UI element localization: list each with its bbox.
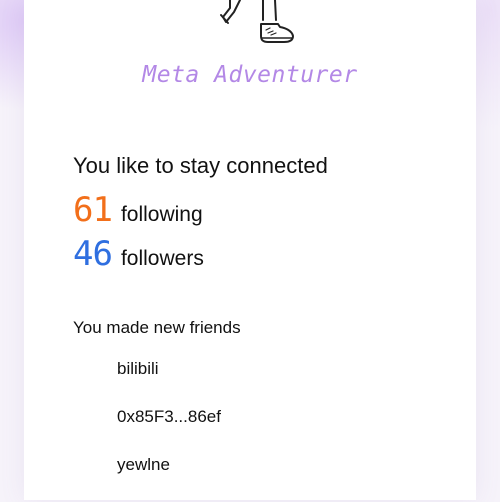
- friend-item[interactable]: 0x85F3...86ef: [117, 406, 221, 454]
- followers-label: followers: [120, 247, 204, 270]
- connections-heading: You like to stay connected: [73, 153, 328, 178]
- following-count: 61: [73, 190, 113, 230]
- friends-heading: You made new friends: [73, 318, 241, 337]
- following-label: following: [120, 203, 203, 226]
- followers-count: 46: [73, 234, 113, 274]
- friend-list: bilibili 0x85F3...86ef yewlne: [117, 358, 221, 502]
- following-stat[interactable]: 61 following: [73, 190, 203, 230]
- friend-item[interactable]: yewlne: [117, 454, 221, 502]
- profile-title: Meta Adventurer: [142, 62, 358, 88]
- walking-character-illustration: [220, 0, 294, 43]
- friend-item[interactable]: bilibili: [117, 358, 221, 406]
- followers-stat[interactable]: 46 followers: [73, 234, 204, 274]
